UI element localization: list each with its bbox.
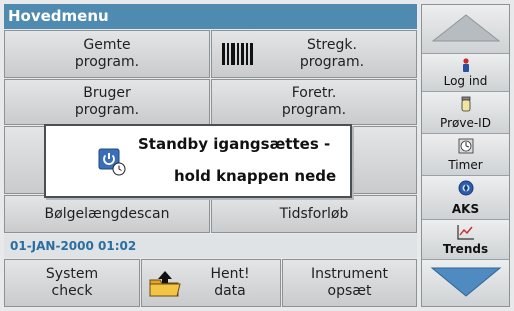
time-course-label: Tidsforløb bbox=[279, 205, 349, 222]
timer-button[interactable]: Timer bbox=[422, 134, 509, 176]
sidebar: Log ind Prøve-ID Timer AKS Trends bbox=[421, 4, 510, 307]
favorite-programs-button[interactable]: Foretr. program. bbox=[211, 79, 417, 125]
retrieve-data-label: Hent! data bbox=[210, 266, 250, 299]
dialog-message-line1: Standby igangsættes - bbox=[138, 135, 331, 153]
favorite-programs-label: Foretr. program. bbox=[281, 85, 347, 118]
barcode-programs-label: Stregk. program. bbox=[299, 37, 365, 70]
arrow-up-icon bbox=[431, 13, 501, 46]
instrument-setup-button[interactable]: Instrument opsæt bbox=[282, 259, 417, 307]
barcode-icon bbox=[222, 43, 254, 65]
login-button[interactable]: Log ind bbox=[422, 54, 509, 92]
power-standby-icon bbox=[98, 148, 128, 182]
main-screen: Hovedmenu Gemte program. Stregk. program… bbox=[0, 0, 514, 311]
vial-icon bbox=[422, 96, 509, 112]
aks-label: AKS bbox=[451, 202, 480, 216]
user-programs-button[interactable]: Bruger program. bbox=[4, 79, 210, 125]
timer-icon bbox=[422, 138, 509, 154]
datetime-status: 01-JAN-2000 01:02 bbox=[4, 234, 417, 258]
trend-chart-icon bbox=[422, 224, 509, 240]
trends-label: Trends bbox=[442, 242, 489, 256]
sample-id-label: Prøve-ID bbox=[440, 116, 491, 130]
folder-upload-icon bbox=[148, 270, 182, 298]
trends-button[interactable]: Trends bbox=[422, 220, 509, 260]
page-title: Hovedmenu bbox=[4, 4, 417, 29]
scroll-up-button[interactable] bbox=[422, 5, 509, 54]
time-course-button[interactable]: Tidsforløb bbox=[211, 195, 417, 233]
arrow-down-icon bbox=[430, 266, 502, 301]
saved-programs-button[interactable]: Gemte program. bbox=[4, 30, 210, 78]
dialog-message-line2: hold knappen nede bbox=[174, 167, 337, 185]
standby-dialog: Standby igangsættes - hold knappen nede bbox=[44, 124, 352, 198]
user-programs-label: Bruger program. bbox=[74, 85, 140, 118]
system-check-label: System check bbox=[45, 266, 99, 299]
retrieve-data-button[interactable]: Hent! data bbox=[141, 259, 281, 307]
instrument-setup-label: Instrument opsæt bbox=[310, 266, 389, 299]
saved-programs-label: Gemte program. bbox=[74, 37, 140, 70]
login-label: Log ind bbox=[443, 74, 488, 88]
person-icon bbox=[422, 58, 509, 72]
wavelength-scan-label: Bølgelængdescan bbox=[44, 205, 170, 222]
aks-icon bbox=[422, 180, 509, 196]
timer-label: Timer bbox=[448, 158, 483, 172]
sample-id-button[interactable]: Prøve-ID bbox=[422, 92, 509, 134]
barcode-programs-button[interactable]: Stregk. program. bbox=[211, 30, 417, 78]
wavelength-scan-button[interactable]: Bølgelængdescan bbox=[4, 195, 210, 233]
system-check-button[interactable]: System check bbox=[4, 259, 140, 307]
aks-button[interactable]: AKS bbox=[422, 176, 509, 220]
scroll-down-button[interactable] bbox=[422, 260, 509, 306]
